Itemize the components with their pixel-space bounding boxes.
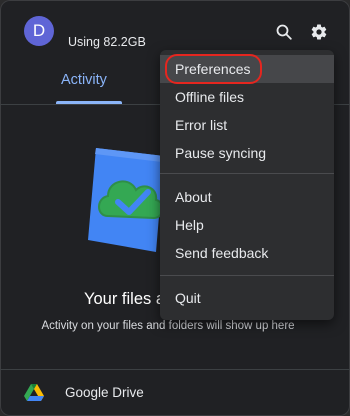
drive-window: D Using 82.2GB Activity Your files a Act… (0, 0, 350, 416)
app-name: Google Drive (65, 385, 144, 400)
settings-button[interactable] (309, 22, 329, 42)
menu-item-error-list[interactable]: Error list (160, 111, 334, 139)
menu-item-preferences[interactable]: Preferences (160, 55, 334, 83)
menu-item-help[interactable]: Help (160, 211, 334, 239)
menu-divider (160, 173, 334, 174)
menu-divider (160, 275, 334, 276)
settings-menu: Preferences Offline files Error list Pau… (160, 50, 334, 320)
gear-icon (311, 24, 327, 40)
menu-item-offline-files[interactable]: Offline files (160, 83, 334, 111)
search-button[interactable] (274, 22, 294, 42)
google-drive-logo-icon (24, 384, 44, 407)
storage-usage: Using 82.2GB (68, 35, 146, 49)
menu-item-quit[interactable]: Quit (160, 284, 334, 312)
footer-divider (0, 369, 350, 370)
menu-item-send-feedback[interactable]: Send feedback (160, 239, 334, 267)
empty-state-subtitle: Activity on your files and folders will … (41, 320, 295, 332)
menu-item-about[interactable]: About (160, 183, 334, 211)
avatar[interactable]: D (24, 16, 54, 46)
search-icon (276, 24, 292, 40)
tab-activity[interactable]: Activity (61, 72, 107, 88)
empty-state-title: Your files a (84, 290, 166, 308)
menu-item-pause-syncing[interactable]: Pause syncing (160, 139, 334, 167)
